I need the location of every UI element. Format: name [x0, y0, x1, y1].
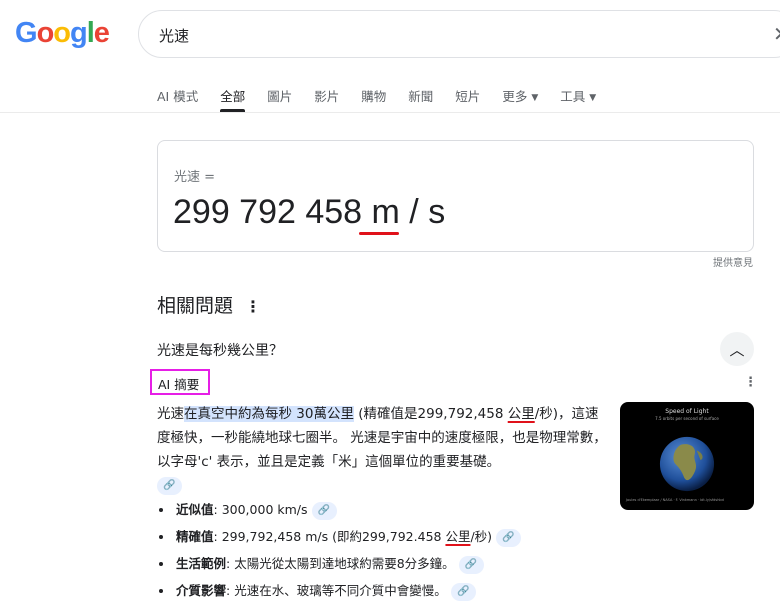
answer-text: 光速	[157, 406, 184, 422]
tab-label: 購物	[361, 89, 387, 104]
more-vert-icon[interactable]: ⋮	[245, 297, 261, 316]
link-icon[interactable]: 🔗	[458, 555, 484, 574]
list-item: 近似值: 300,000 km/s 🔗	[157, 496, 627, 523]
logo-letter: g	[70, 17, 88, 49]
converter-number: 299 792 458	[173, 193, 363, 231]
bullet-underlined-unit: 公里	[445, 529, 471, 544]
converter-value: 299 792 458 m / s	[173, 193, 445, 232]
list-item: 介質影響: 光速在水、玻璃等不同介質中會變慢。 🔗	[157, 577, 627, 604]
answer-bullet-list: 近似值: 300,000 km/s 🔗 精確值: 299,792,458 m/s…	[157, 496, 627, 604]
answer-highlight: 在真空中約為每秒 30萬公里	[184, 406, 354, 422]
logo-letter: l	[86, 17, 95, 49]
tab-news[interactable]: 新聞	[408, 86, 433, 112]
image-credit: Joules d'Ekemplaar / NASA · F. Vinkmann …	[626, 498, 724, 502]
tab-shorts[interactable]: 短片	[455, 86, 480, 112]
bullet-label: 介質影響	[176, 583, 227, 598]
bullet-text: /秒)	[470, 529, 493, 544]
search-input[interactable]: 光速	[159, 25, 189, 46]
search-tabs: AI 模式 全部 圖片 影片 購物 新聞 短片 更多 ▼ 工具 ▼	[157, 86, 618, 112]
image-title: Speed of Light	[665, 408, 709, 415]
related-questions-heading: 相關問題 ⋮	[157, 291, 261, 318]
related-questions-title: 相關問題	[157, 295, 234, 317]
bullet-text: : 太陽光從太陽到達地球約需要8分多鐘。	[226, 556, 455, 571]
link-icon[interactable]: 🔗	[311, 501, 337, 520]
tabs-divider	[0, 112, 780, 113]
google-logo[interactable]: Google	[15, 17, 110, 50]
image-subtitle: 7.5 orbits per second of surface	[655, 416, 719, 421]
logo-letter: e	[93, 17, 110, 49]
caret-down-icon: ▼	[531, 93, 539, 103]
tab-label: 影片	[314, 89, 340, 104]
caret-down-icon: ▼	[589, 93, 597, 103]
tab-tools[interactable]: 工具 ▼	[560, 86, 596, 112]
search-box[interactable]: 光速 ✕	[138, 10, 780, 58]
unit-converter-card: 光速 = 299 792 458 m / s	[157, 140, 754, 252]
related-question[interactable]: 光速是每秒幾公里？	[157, 340, 283, 360]
logo-letter: o	[53, 17, 71, 49]
converter-unit-rest: / s	[399, 193, 446, 231]
bullet-label: 近似值	[176, 502, 214, 517]
tab-shopping[interactable]: 購物	[361, 86, 386, 112]
link-icon[interactable]: 🔗	[157, 477, 182, 495]
bullet-text: : 300,000 km/s	[213, 502, 308, 517]
ai-overview-badge: AI 摘要	[150, 369, 210, 395]
bullet-text: : 299,792,458 m/s (即約299,792.458	[213, 529, 446, 544]
speed-of-light-image[interactable]: Speed of Light 7.5 orbits per second of …	[620, 402, 754, 510]
tab-all[interactable]: 全部	[220, 86, 246, 112]
tab-videos[interactable]: 影片	[314, 86, 339, 112]
tab-ai-mode[interactable]: AI 模式	[157, 86, 198, 112]
list-item: 生活範例: 太陽光從太陽到達地球約需要8分多鐘。 🔗	[157, 550, 627, 577]
tab-label: 圖片	[267, 89, 293, 104]
tab-images[interactable]: 圖片	[267, 86, 292, 112]
bullet-text: : 光速在水、玻璃等不同介質中會變慢。	[226, 583, 447, 598]
converter-unit-m: m	[371, 193, 400, 231]
tab-label: 全部	[220, 89, 246, 104]
converter-label: 光速 =	[174, 170, 216, 185]
feedback-link[interactable]: 提供意見	[713, 254, 753, 269]
close-icon[interactable]: ✕	[773, 22, 780, 46]
bullet-label: 生活範例	[176, 556, 227, 571]
list-item: 精確值: 299,792,458 m/s (即約299,792.458 公里/秒…	[157, 523, 627, 550]
tab-label: 更多	[502, 89, 528, 104]
chevron-up-icon[interactable]: ︿	[720, 332, 754, 366]
tab-label: 工具	[560, 89, 586, 104]
tab-label: 新聞	[408, 89, 434, 104]
answer-underlined-unit: 公里	[507, 406, 535, 422]
link-icon[interactable]: 🔗	[496, 528, 522, 547]
tab-label: AI 模式	[157, 89, 199, 104]
logo-letter: G	[15, 17, 38, 49]
red-underline-annotation	[359, 232, 399, 235]
more-vert-icon[interactable]: ⋮	[744, 375, 757, 390]
link-icon[interactable]: 🔗	[450, 582, 476, 601]
earth-globe-icon	[659, 436, 715, 492]
tab-more[interactable]: 更多 ▼	[502, 86, 538, 112]
bullet-label: 精確值	[176, 529, 214, 544]
tab-label: 短片	[455, 89, 481, 104]
logo-letter: o	[36, 17, 55, 49]
ai-answer-paragraph: 光速在真空中約為每秒 30萬公里 (精確值是299,792,458 公里/秒)，…	[157, 402, 609, 498]
answer-text: (精確值是299,792,458	[353, 406, 508, 422]
